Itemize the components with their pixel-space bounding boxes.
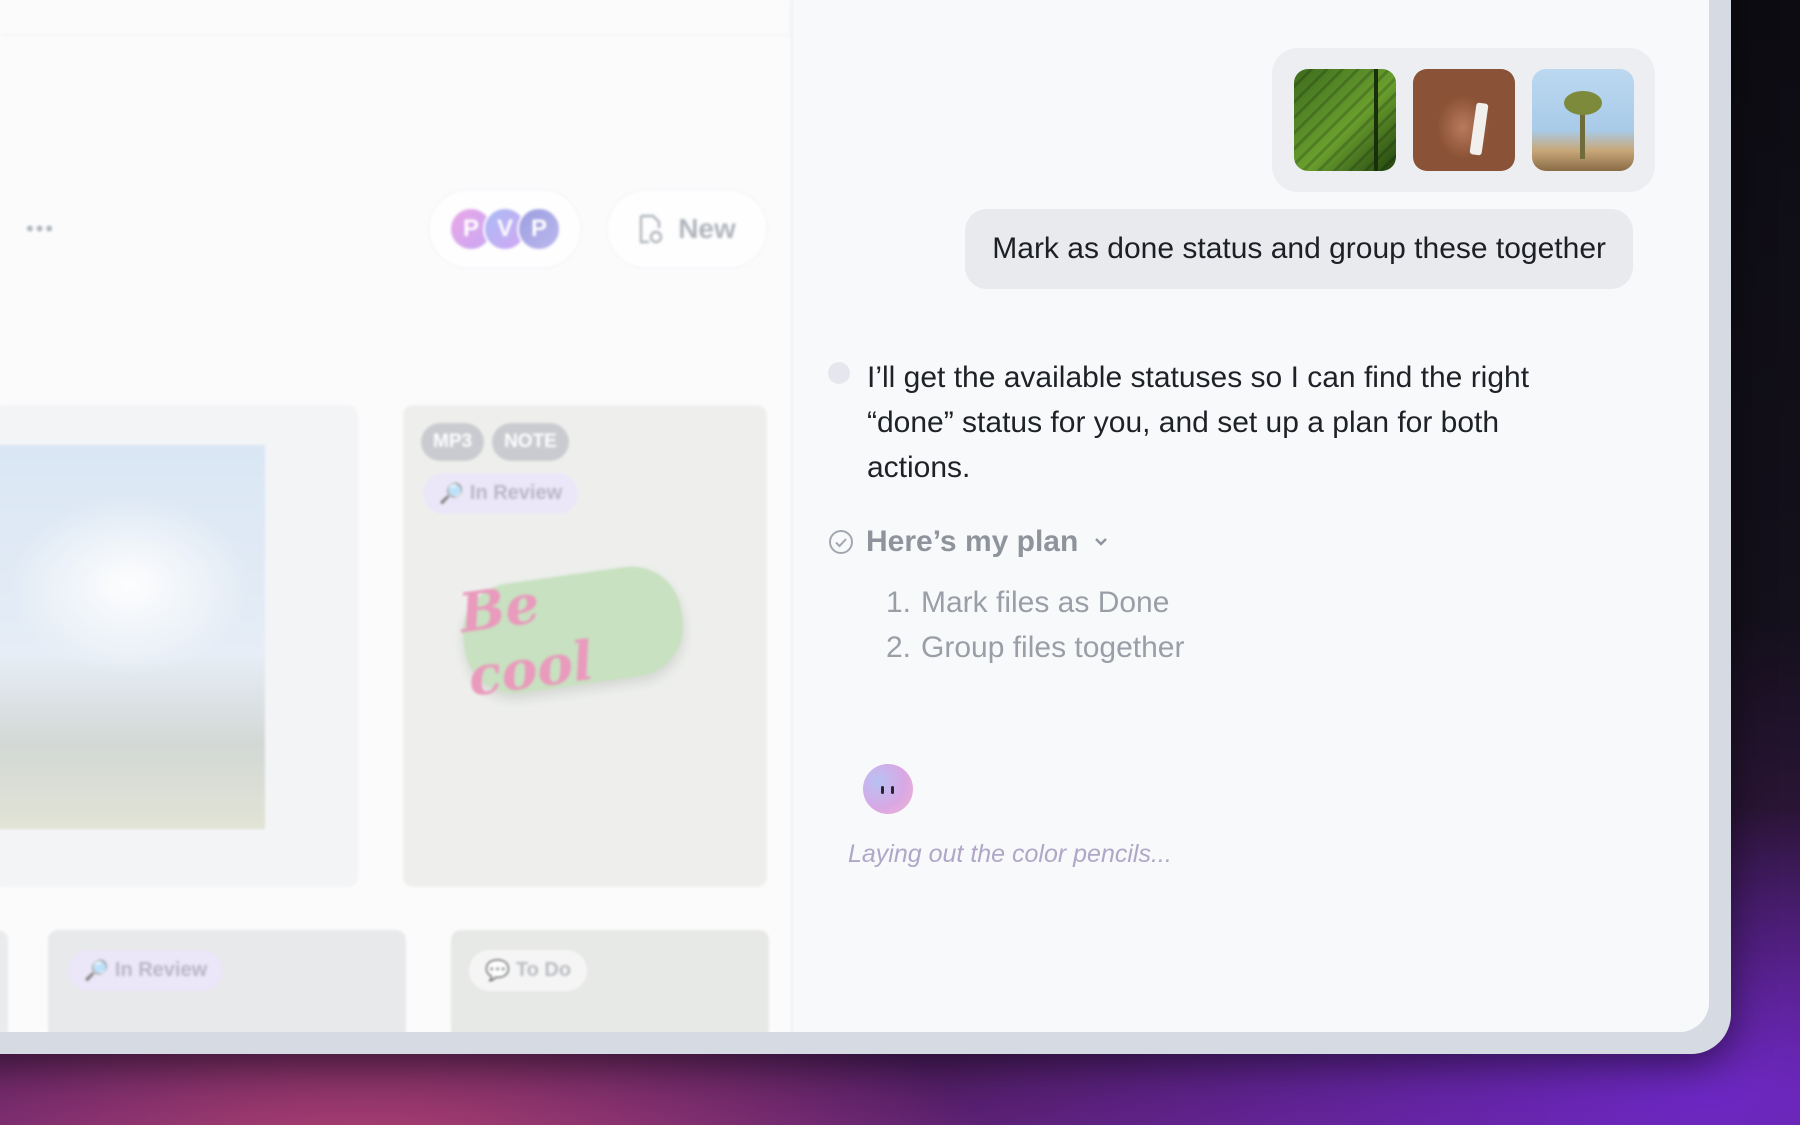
avatar: P (517, 207, 561, 251)
status-badge[interactable]: 💬 To Do (469, 950, 588, 991)
new-button[interactable]: New (606, 189, 768, 269)
sticker-text: Be cool (455, 570, 598, 709)
asset-card[interactable]: 💬 To Do (451, 930, 769, 1032)
plan-title: Here’s my plan (866, 525, 1079, 558)
tag-row: MP3 NOTE (421, 423, 569, 461)
asset-card[interactable]: MP3 NOTE 🔎 In Review Be cool (403, 405, 767, 887)
plan-toggle[interactable]: Here’s my plan (828, 525, 1108, 559)
asset-library: ••• P V P New MP3 NOTE 🔎 In Review Be co… (0, 0, 793, 1032)
leaf-image-thumbnail[interactable] (1293, 69, 1396, 171)
status-badge[interactable]: 🔎 In Review (423, 473, 579, 514)
review-icon: 🔎 (84, 960, 109, 982)
cloud-image (0, 445, 265, 829)
assistant-indicator-icon (828, 362, 850, 384)
status-label: In Review (469, 482, 563, 504)
status-label: In Review (114, 959, 208, 981)
attachment-group (1272, 48, 1655, 192)
review-icon: 🔎 (439, 483, 464, 505)
assistant-message: I’ll get the available statuses so I can… (867, 361, 1530, 484)
comment-icon: 💬 (485, 960, 510, 982)
assistant-chat-panel: Mark as done status and group these toge… (795, 0, 1709, 1032)
asset-card[interactable]: 🔎 In Review (48, 930, 406, 1032)
list-item: 1. Mark files as Done (867, 580, 1184, 625)
status-label: To Do (515, 959, 572, 981)
plan-steps: 1. Mark files as Done 2. Group files tog… (867, 580, 1185, 670)
status-badge[interactable]: 🔎 In Review (68, 950, 224, 991)
list-item: 2. Group files together (867, 625, 1185, 670)
asset-card[interactable] (0, 405, 358, 887)
step-number: 2. (885, 631, 911, 664)
user-message-bubble: Mark as done status and group these toge… (965, 209, 1633, 289)
device-frame: ••• P V P New MP3 NOTE 🔎 In Review Be co… (0, 0, 1731, 1054)
tag-badge: NOTE (492, 423, 569, 461)
desert-image-thumbnail[interactable] (1531, 69, 1634, 171)
collaborators-pill[interactable]: P V P (428, 189, 582, 269)
app-screen: ••• P V P New MP3 NOTE 🔎 In Review Be co… (0, 0, 1709, 1032)
new-button-label: New (678, 213, 736, 244)
more-options-icon[interactable]: ••• (26, 216, 55, 242)
chevron-down-icon (1095, 538, 1108, 546)
new-file-icon (640, 214, 663, 244)
portrait-image-thumbnail[interactable] (1412, 69, 1515, 171)
assistant-mascot-icon (863, 764, 913, 814)
asset-card[interactable] (0, 930, 8, 1032)
thinking-status: Laying out the color pencils... (848, 840, 1172, 868)
step-text: Mark files as Done (921, 586, 1170, 619)
library-topbar (0, 0, 791, 36)
be-cool-sticker-image: Be cool (455, 560, 690, 709)
tag-badge: MP3 (421, 423, 485, 461)
step-text: Group files together (921, 631, 1185, 664)
step-number: 1. (885, 586, 911, 619)
check-circle-icon (829, 530, 853, 554)
